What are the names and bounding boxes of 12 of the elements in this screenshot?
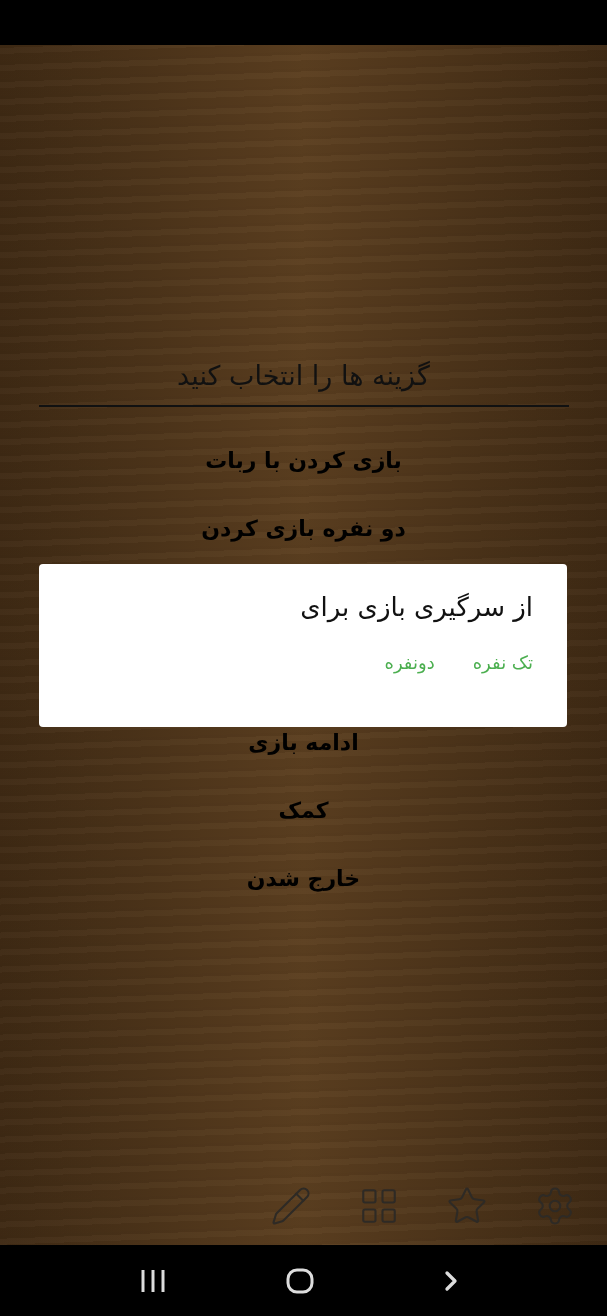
menu-item[interactable]: کمک xyxy=(278,797,329,825)
menu-title: گزینه ها را انتخاب کنید xyxy=(177,360,430,391)
menu-item[interactable]: بازی کردن با ربات xyxy=(205,447,402,475)
dialog-title: از سرگیری بازی برای xyxy=(299,592,533,622)
recents-icon[interactable] xyxy=(140,1268,167,1293)
dialog-option[interactable]: تک نفره xyxy=(472,652,533,673)
menu-item[interactable]: دو نفره بازی کردن xyxy=(201,515,406,543)
pencil-icon[interactable] xyxy=(270,1185,312,1227)
menu-item[interactable]: ادامه بازی xyxy=(248,729,359,757)
dialog-option[interactable]: دونفره xyxy=(384,652,435,673)
home-icon[interactable] xyxy=(286,1267,315,1294)
menu-item[interactable]: خارج شدن xyxy=(246,865,361,893)
